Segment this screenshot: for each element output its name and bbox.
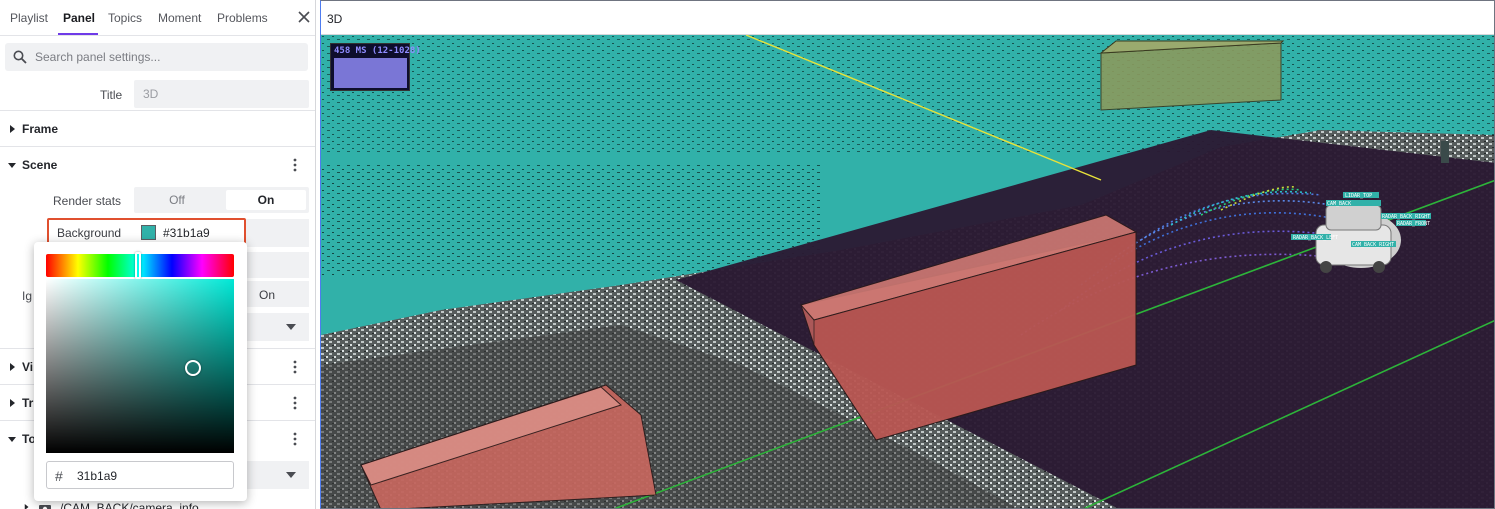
tab-problems[interactable]: Problems [217, 11, 268, 25]
panel-title: 3D [327, 12, 343, 26]
section-scene[interactable]: Scene [0, 146, 315, 182]
panel-title-bar: 3D [321, 1, 1494, 35]
search-icon [13, 50, 27, 64]
hidden-select[interactable] [246, 313, 309, 341]
topic-item[interactable]: /CAM_BACK/camera_info [24, 500, 314, 509]
more-options-icon[interactable] [289, 395, 301, 411]
topic-item-label: /CAM_BACK/camera_info [60, 501, 199, 509]
caret-down-icon [8, 437, 16, 442]
settings-sidebar: Playlist Panel Topics Moment Problems Ti… [0, 0, 316, 509]
sidebar-tabs: Playlist Panel Topics Moment Problems [0, 0, 315, 36]
section-transforms-label: Tr [22, 396, 34, 410]
section-frame[interactable]: Frame [0, 110, 315, 146]
more-options-icon[interactable] [289, 431, 301, 447]
tab-moment[interactable]: Moment [158, 11, 201, 25]
section-frame-label: Frame [22, 122, 59, 136]
render-stats-label: 458 MS (12-1028) [334, 46, 421, 56]
hex-color-input[interactable]: # 31b1a9 [46, 461, 234, 489]
background-color-swatch[interactable] [141, 225, 156, 240]
search-input[interactable] [35, 47, 300, 67]
sensor-label: RADAR_FRONT [1397, 221, 1430, 227]
section-view-label: Vi [22, 360, 34, 374]
search-box [5, 43, 308, 71]
render-stats-graph [334, 58, 407, 88]
lidar-points-near [321, 165, 821, 275]
render-stats-toggle: Off On [134, 187, 309, 213]
render-stats-on[interactable]: On [226, 190, 306, 210]
sensor-label: CAM_BACK_RIGHT [1352, 242, 1394, 248]
topics-select[interactable] [246, 461, 309, 489]
sensor-label: CAM_BACK [1327, 201, 1351, 207]
background-label: Background [57, 226, 122, 240]
camera-icon [39, 505, 51, 509]
render-stats-label: Render stats [53, 194, 122, 208]
sensor-label: RADAR_BACK_LEFT [1293, 235, 1338, 241]
saturation-area[interactable] [46, 279, 234, 453]
caret-down-icon [8, 163, 16, 168]
background-hex-value: #31b1a9 [163, 226, 210, 240]
title-label: Title [100, 88, 123, 102]
color-picker-popover: # 31b1a9 [34, 242, 247, 501]
caret-right-icon [24, 504, 29, 509]
sensor-label: LIDAR_TOP [1345, 193, 1372, 199]
sensor-label: RADAR_BACK_RIGHT [1382, 214, 1430, 220]
chevron-down-icon [286, 324, 296, 330]
ignore-toggle[interactable]: On [246, 281, 309, 307]
caret-right-icon [10, 399, 15, 407]
tab-panel[interactable]: Panel [63, 11, 95, 25]
title-field[interactable]: 3D [134, 80, 309, 108]
close-icon[interactable] [296, 9, 312, 25]
ignore-toggle-on: On [259, 288, 276, 302]
hex-color-value: 31b1a9 [77, 469, 118, 483]
ignore-label-partial: Ig [22, 289, 33, 303]
tab-playlist[interactable]: Playlist [10, 11, 48, 25]
chevron-down-icon [286, 472, 296, 478]
pole [1441, 141, 1449, 163]
background-field-extension [246, 219, 309, 247]
more-options-icon[interactable] [289, 157, 301, 173]
3d-scene[interactable]: LIDAR_TOP CAM_BACK RADAR_BACK_LEFT CAM_B… [321, 35, 1495, 509]
title-value: 3D [143, 87, 159, 101]
bounding-box-far [1099, 40, 1285, 111]
caret-right-icon [10, 363, 15, 371]
hue-slider-handle[interactable] [135, 252, 141, 279]
tab-topics[interactable]: Topics [108, 11, 142, 25]
hash-icon: # [55, 468, 63, 484]
more-options-icon[interactable] [289, 359, 301, 375]
hidden-field [246, 252, 309, 278]
3d-viewport[interactable]: 3D LIDAR_TOP CAM_BACK RADAR_BACK_LEFT CA… [320, 0, 1495, 509]
render-stats-overlay: 458 MS (12-1028) [330, 43, 421, 91]
saturation-handle[interactable] [185, 360, 201, 376]
section-scene-label: Scene [22, 158, 58, 172]
active-tab-indicator [58, 33, 98, 35]
render-stats-off[interactable]: Off [137, 190, 217, 210]
caret-right-icon [10, 125, 15, 133]
